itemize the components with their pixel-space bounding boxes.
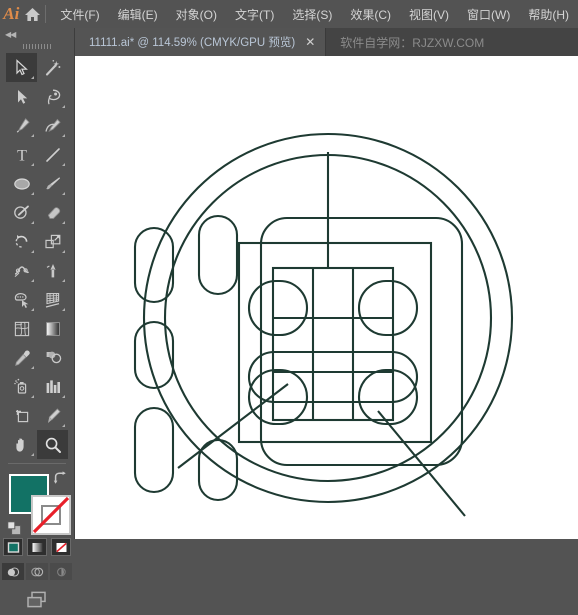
document-tab[interactable]: 11111.ai* @ 114.59% (CMYK/GPU 预览) ✕ [75,28,327,56]
default-fill-stroke-icon[interactable] [7,521,22,541]
toolbox-divider [8,463,66,464]
menu-view[interactable]: 视图(V) [400,2,458,27]
document-tab-bar: 11111.ai* @ 114.59% (CMYK/GPU 预览) ✕ 软件自学… [0,28,578,56]
screen-mode-bar [0,590,74,615]
panel-drag-handle[interactable] [0,41,74,51]
chip-inner-rect [237,241,433,444]
selection-tool[interactable] [6,53,37,82]
menu-item-list: 文件(F) 编辑(E) 对象(O) 文字(T) 选择(S) 效果(C) 视图(V… [51,2,578,27]
mesh-tool[interactable] [6,314,37,343]
menu-file[interactable]: 文件(F) [51,2,108,27]
artwork-circuit-board-emblem [133,132,514,517]
drawing-mode-bar [0,563,74,580]
slice-tool[interactable] [37,401,68,430]
perspective-grid-tool[interactable] [37,285,68,314]
zoom-tool[interactable] [37,430,68,459]
change-screen-mode-button[interactable] [24,590,50,615]
none-slash-icon [32,496,70,534]
menu-bar: Ai 文件(F) 编辑(E) 对象(O) 文字(T) 选择(S) 效果(C) 视… [0,0,578,28]
menu-help[interactable]: 帮助(H) [519,2,578,27]
tick-bottom-right [377,410,466,517]
shape-builder-tool[interactable] [6,285,37,314]
tool-grid: T [6,53,74,459]
left-pill-3 [133,406,175,494]
double-chevron-left-icon: ◀◀ [5,30,16,39]
line-segment-tool[interactable] [37,140,68,169]
curvature-tool[interactable] [37,111,68,140]
illustrator-window: Ai 文件(F) 编辑(E) 对象(O) 文字(T) 选择(S) 效果(C) 视… [0,0,578,608]
symbol-sprayer-tool[interactable] [6,372,37,401]
svg-text:T: T [17,147,27,164]
app-logo: Ai [3,4,20,23]
scale-tool[interactable] [37,227,68,256]
watermark-text: 软件自学网：RJZXW.COM [340,35,485,50]
draw-behind-button[interactable] [26,563,48,580]
connector-pill-top [197,214,239,296]
blend-tool[interactable] [37,343,68,372]
artboard-tool[interactable] [6,401,37,430]
column-graph-tool[interactable] [37,372,68,401]
menu-select[interactable]: 选择(S) [283,2,341,27]
row-pill-top-right [357,279,419,337]
toolbox-panel: ◀◀ T [0,28,75,608]
menu-window[interactable]: 窗口(W) [458,2,519,27]
ellipse-tool[interactable] [6,169,37,198]
eraser-tool[interactable] [37,198,68,227]
pen-tool[interactable] [6,111,37,140]
direct-selection-tool[interactable] [6,82,37,111]
menu-edit[interactable]: 编辑(E) [109,2,167,27]
stroke-color-swatch[interactable] [31,495,71,535]
menu-effect[interactable]: 效果(C) [341,2,400,27]
width-tool[interactable] [6,256,37,285]
close-icon[interactable]: ✕ [305,36,315,48]
eyedropper-tool[interactable] [6,343,37,372]
document-canvas[interactable] [75,56,578,539]
panel-collapse-button[interactable]: ◀◀ [0,28,74,41]
hand-tool[interactable] [6,430,37,459]
paintbrush-tool[interactable] [37,169,68,198]
lasso-tool[interactable] [37,82,68,111]
menu-object[interactable]: 对象(O) [167,2,226,27]
draw-inside-button[interactable] [50,563,72,580]
tab-strip: 11111.ai* @ 114.59% (CMYK/GPU 预览) ✕ 软件自学… [75,28,484,56]
magic-wand-tool[interactable] [37,53,68,82]
fill-stroke-controls [0,468,74,554]
home-icon[interactable] [23,0,43,28]
draw-normal-button[interactable] [2,563,24,580]
free-transform-tool[interactable] [37,256,68,285]
type-tool[interactable]: T [6,140,37,169]
document-tab-label: 11111.ai* @ 114.59% (CMYK/GPU 预览) [89,37,296,49]
swap-fill-stroke-icon[interactable] [53,471,68,490]
menu-type[interactable]: 文字(T) [226,2,283,27]
gradient-tool[interactable] [37,314,68,343]
rotate-tool[interactable] [6,227,37,256]
grid-inner-rect [271,266,395,422]
shaper-tool[interactable] [6,198,37,227]
menu-divider [44,5,46,23]
row-pill-top-left [247,279,309,337]
